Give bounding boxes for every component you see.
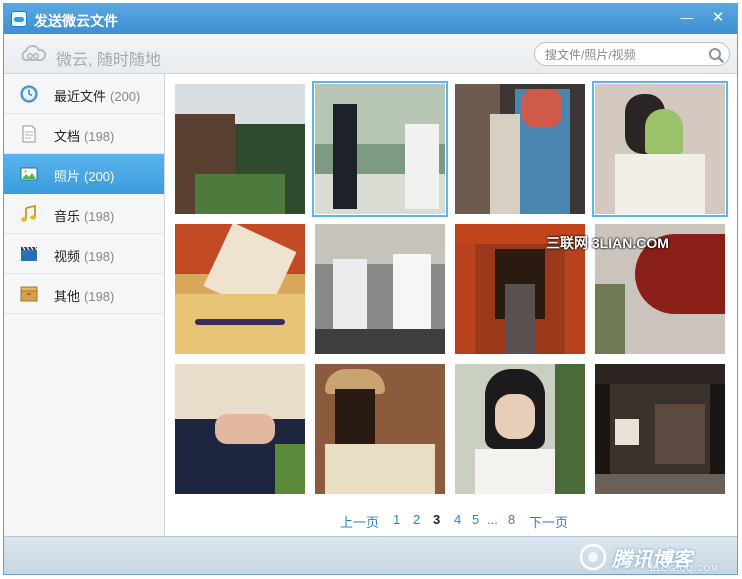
next-page-link[interactable]: 下一页 (529, 512, 568, 531)
page-link[interactable]: 4 (454, 512, 461, 527)
minimize-button[interactable]: — (676, 9, 698, 27)
watermark-overlay-text: 三联网 3LIAN.COM (546, 235, 669, 251)
photo-thumbnail[interactable] (175, 224, 305, 354)
page-link[interactable]: 5 (472, 512, 479, 527)
search-icon[interactable] (707, 46, 725, 64)
sidebar-item-label: 其他 (54, 289, 81, 304)
sidebar-item-count: (198) (84, 209, 115, 224)
box-icon (20, 286, 38, 302)
photo-grid-area: 三联网 3LIAN.COM 上一页 1 2 3 4 5 ... 8 下一页 (165, 74, 737, 536)
search-box (534, 42, 730, 66)
sidebar-item-count: (198) (84, 249, 115, 264)
category-sidebar: 最近文件 (200) 文档 (198) 照片 (200) 音乐(198) 视频 … (4, 74, 165, 536)
watermark-logo-icon (579, 543, 607, 571)
send-weiyun-file-window: 发送微云文件 — ✕ 微云, 随时随地 最近文件(20 (3, 3, 738, 575)
photo-thumbnail[interactable] (175, 364, 305, 494)
bottom-bar: 腾讯博客 BLOG.QQ.COM (4, 536, 737, 574)
window-title: 发送微云文件 (34, 13, 118, 29)
sidebar-item-label: 音乐 (54, 209, 81, 224)
page-link[interactable]: 8 (508, 512, 515, 527)
photo-thumbnail[interactable] (595, 364, 725, 494)
image-icon (20, 167, 38, 181)
close-button[interactable]: ✕ (707, 9, 729, 27)
blog-watermark: 腾讯博客 BLOG.QQ.COM (576, 541, 736, 573)
sidebar-item-label: 视频 (54, 249, 81, 264)
sidebar-item-count: (198) (84, 289, 115, 304)
sidebar-item-count: (200) (110, 89, 141, 104)
photo-thumbnail[interactable] (455, 84, 585, 214)
watermark-subtext: BLOG.QQ.COM (650, 564, 719, 573)
photo-thumbnail[interactable] (315, 224, 445, 354)
sidebar-item-photos[interactable]: 照片 (200) (4, 154, 164, 194)
cloud-logo-icon (21, 45, 47, 61)
sidebar-item-label: 照片 (54, 169, 81, 184)
sidebar-item-music[interactable]: 音乐 (198) (4, 194, 164, 234)
photo-thumbnail[interactable] (455, 364, 585, 494)
search-input[interactable] (545, 46, 705, 63)
page-link[interactable]: 1 (393, 512, 400, 527)
photo-thumbnail[interactable] (315, 364, 445, 494)
title-bar: 发送微云文件 — ✕ (4, 4, 737, 34)
clock-icon (20, 85, 38, 103)
weiyun-app-icon (11, 11, 27, 27)
pagination-ellipsis: ... (487, 512, 498, 527)
sidebar-item-documents[interactable]: 文档 (198) (4, 114, 164, 154)
sidebar-item-label: 最近文件 (54, 89, 107, 104)
slogan-text: 微云, 随时随地 (56, 52, 161, 69)
sidebar-item-label: 文档 (54, 129, 81, 144)
sidebar-item-other[interactable]: 其他 (198) (4, 274, 164, 314)
photo-thumbnail[interactable] (312, 81, 448, 217)
photo-thumbnail[interactable] (592, 81, 728, 217)
page-link[interactable]: 2 (413, 512, 420, 527)
prev-page-link[interactable]: 上一页 (340, 512, 379, 531)
sidebar-item-recent[interactable]: 最近文件 (200) (4, 74, 164, 114)
sidebar-item-count: (200) (84, 169, 115, 184)
toolbar: 微云, 随时随地 (4, 34, 737, 74)
sidebar-item-videos[interactable]: 视频 (198) (4, 234, 164, 274)
film-icon (21, 246, 38, 261)
current-page: 3 (433, 512, 441, 527)
photo-thumbnail[interactable] (175, 84, 305, 214)
sidebar-item-count: (198) (84, 129, 115, 144)
document-icon (22, 125, 36, 143)
music-note-icon (21, 205, 36, 222)
pagination: 上一页 1 2 3 4 5 ... 8 下一页 (165, 512, 737, 531)
